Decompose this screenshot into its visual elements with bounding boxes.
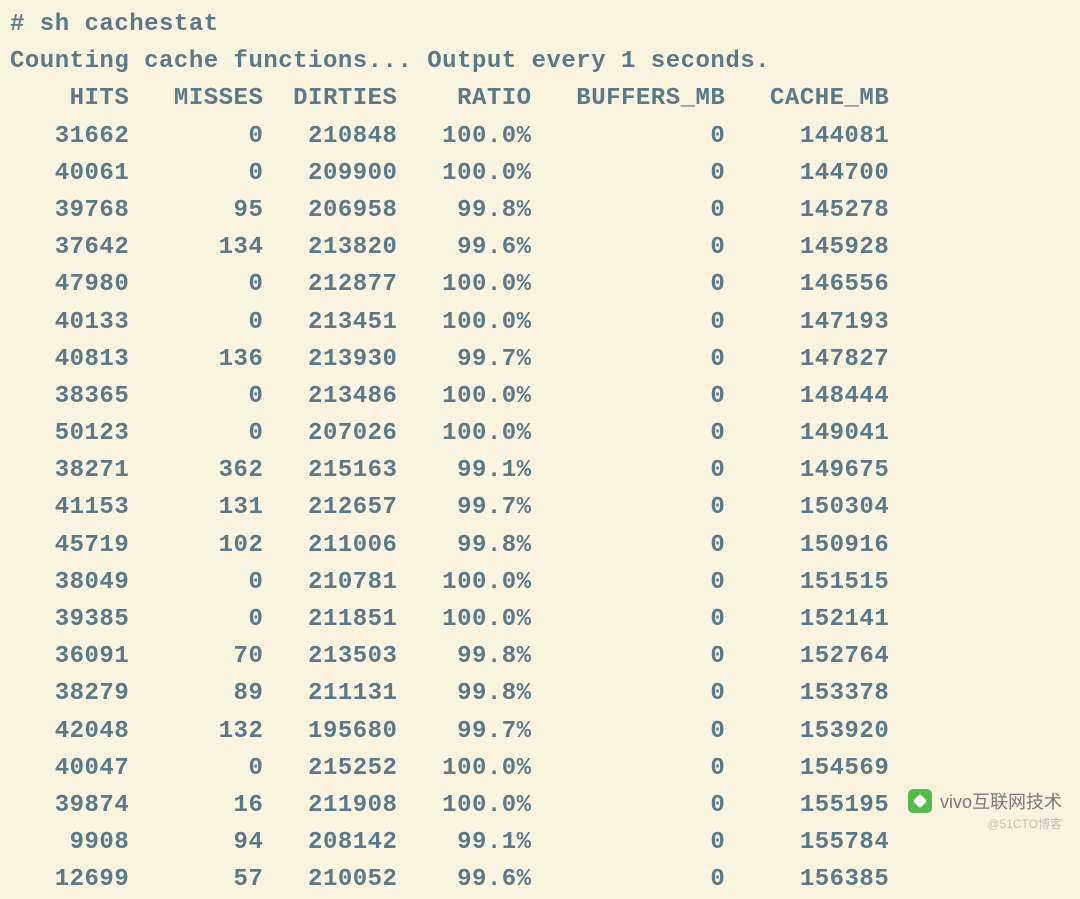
- command-prompt: # sh cachestat: [10, 6, 1070, 43]
- table-row: 38279 89 211131 99.8% 0 153378: [10, 675, 1070, 712]
- table-row: 37642 134 213820 99.6% 0 145928: [10, 229, 1070, 266]
- watermark: vivo互联网技术: [908, 788, 1062, 814]
- table-row: 38365 0 213486 100.0% 0 148444: [10, 378, 1070, 415]
- status-line: Counting cache functions... Output every…: [10, 43, 1070, 80]
- table-row: 9908 94 208142 99.1% 0 155784: [10, 824, 1070, 861]
- table-row: 31662 0 210848 100.0% 0 144081: [10, 118, 1070, 155]
- table-row: 47980 0 212877 100.0% 0 146556: [10, 266, 1070, 303]
- table-row: 40813 136 213930 99.7% 0 147827: [10, 341, 1070, 378]
- table-row: 40133 0 213451 100.0% 0 147193: [10, 304, 1070, 341]
- table-row: 41153 131 212657 99.7% 0 150304: [10, 489, 1070, 526]
- table-header: HITS MISSES DIRTIES RATIO BUFFERS_MB CAC…: [10, 80, 1070, 117]
- watermark-sub: @51CTO博客: [987, 815, 1062, 832]
- wechat-icon: [908, 789, 932, 813]
- table-row: 39385 0 211851 100.0% 0 152141: [10, 601, 1070, 638]
- watermark-text: vivo互联网技术: [940, 788, 1062, 814]
- table-body: 31662 0 210848 100.0% 0 144081 40061 0 2…: [10, 118, 1070, 899]
- table-row: 50123 0 207026 100.0% 0 149041: [10, 415, 1070, 452]
- table-row: 45719 102 211006 99.8% 0 150916: [10, 527, 1070, 564]
- table-row: 39768 95 206958 99.8% 0 145278: [10, 192, 1070, 229]
- table-row: 38049 0 210781 100.0% 0 151515: [10, 564, 1070, 601]
- table-row: 42048 132 195680 99.7% 0 153920: [10, 713, 1070, 750]
- table-row: 36091 70 213503 99.8% 0 152764: [10, 638, 1070, 675]
- table-row: 38271 362 215163 99.1% 0 149675: [10, 452, 1070, 489]
- table-row: 40061 0 209900 100.0% 0 144700: [10, 155, 1070, 192]
- table-row: 12699 57 210052 99.6% 0 156385: [10, 861, 1070, 898]
- table-row: 40047 0 215252 100.0% 0 154569: [10, 750, 1070, 787]
